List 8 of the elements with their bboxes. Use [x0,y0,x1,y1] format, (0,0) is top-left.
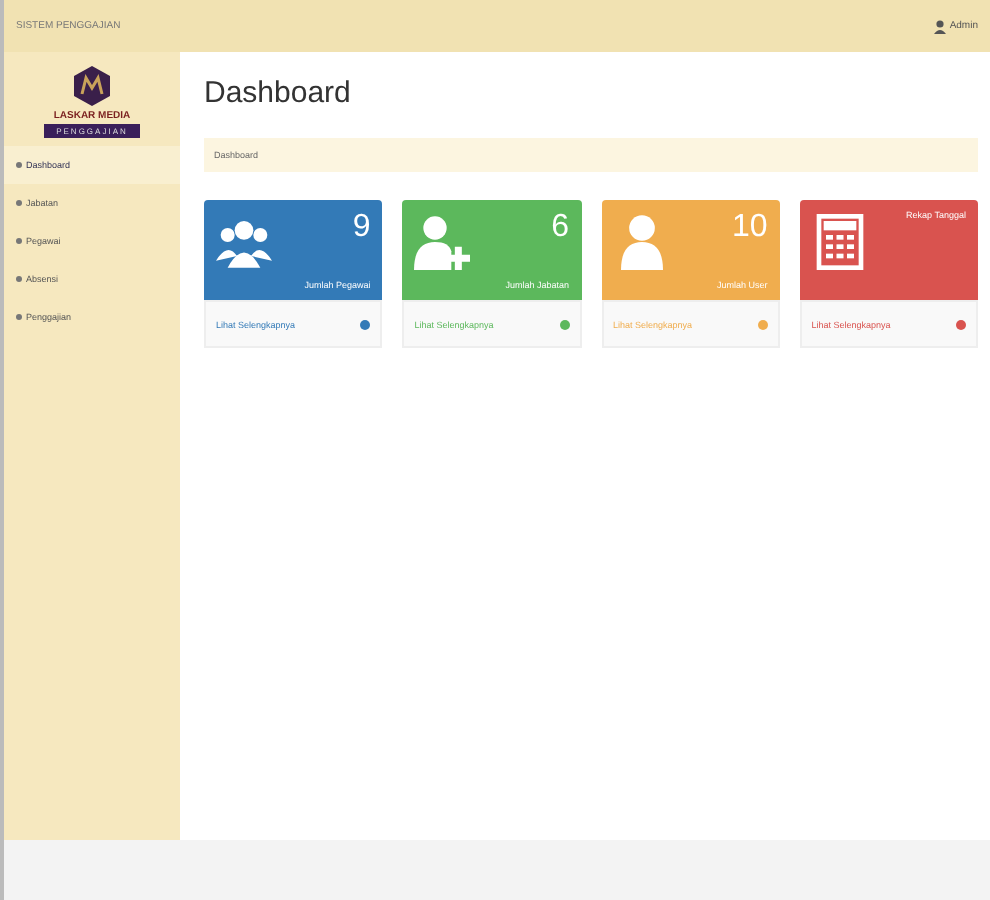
user-add-icon [414,210,471,274]
page-title: Dashboard [204,76,353,110]
calendar-icon [811,210,868,274]
stat-value: 9 [352,210,371,246]
logo-icon [70,64,114,108]
stat-value: 10 [731,210,768,246]
stat-value: 6 [551,210,569,246]
user-icon [933,19,946,33]
